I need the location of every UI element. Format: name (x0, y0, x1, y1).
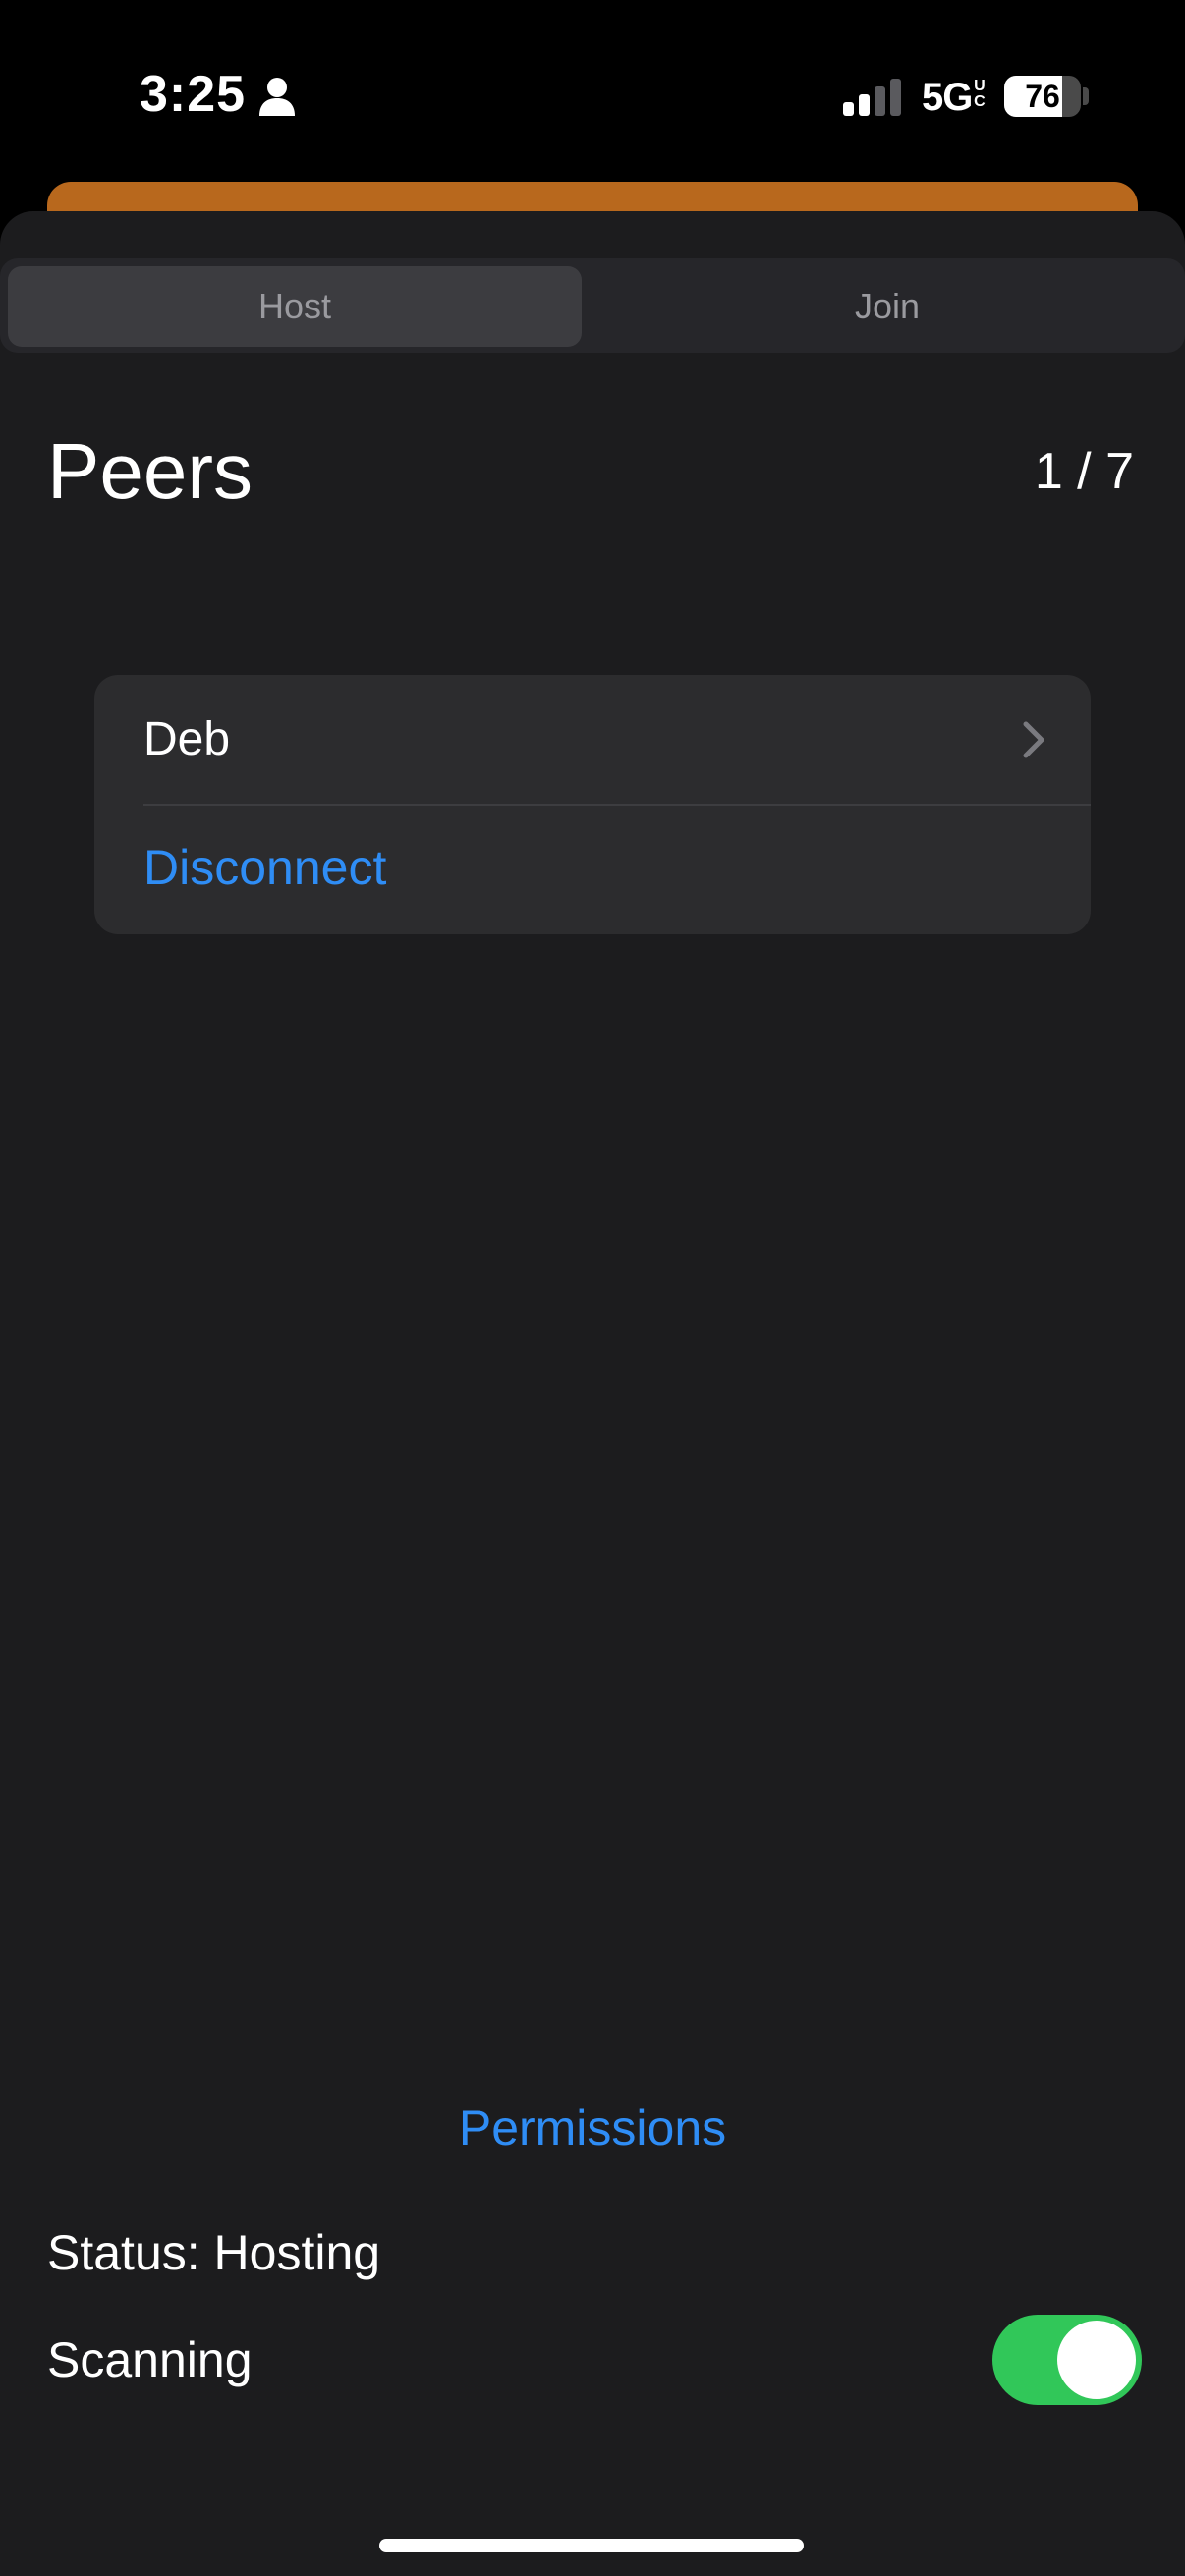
cellular-signal-icon (843, 79, 901, 116)
disconnect-button[interactable]: Disconnect (143, 837, 386, 898)
peer-name: Deb (143, 713, 231, 765)
scanning-toggle[interactable] (992, 2315, 1142, 2405)
tab-host[interactable]: Host (8, 266, 582, 347)
toggle-knob (1057, 2321, 1136, 2399)
battery-icon: 76 (1004, 76, 1081, 117)
battery-cap (1083, 87, 1089, 105)
page-title: Peers (47, 427, 253, 515)
peer-count: 1 / 7 (1034, 443, 1134, 500)
home-indicator[interactable] (379, 2539, 804, 2552)
divider (143, 804, 1091, 806)
scanning-label: Scanning (47, 2332, 253, 2387)
peer-card: Deb Disconnect (94, 675, 1091, 934)
host-join-segmented-control: Host Join (0, 258, 1185, 353)
sheet (0, 211, 1185, 2576)
tab-join[interactable]: Join (590, 266, 1185, 347)
peer-row-deb[interactable]: Deb (94, 675, 1091, 804)
network-type-label: 5G UC (922, 76, 986, 119)
status-time: 3:25 (140, 66, 247, 123)
battery-percent: 76 (1025, 79, 1060, 114)
person-icon (259, 78, 295, 116)
status-label: Status: Hosting (47, 2225, 381, 2280)
chevron-right-icon (1023, 721, 1044, 758)
network-sup-label: UC (974, 78, 986, 110)
permissions-button[interactable]: Permissions (0, 2097, 1185, 2159)
status-bar: 3:25 5G UC 76 (0, 0, 1185, 182)
